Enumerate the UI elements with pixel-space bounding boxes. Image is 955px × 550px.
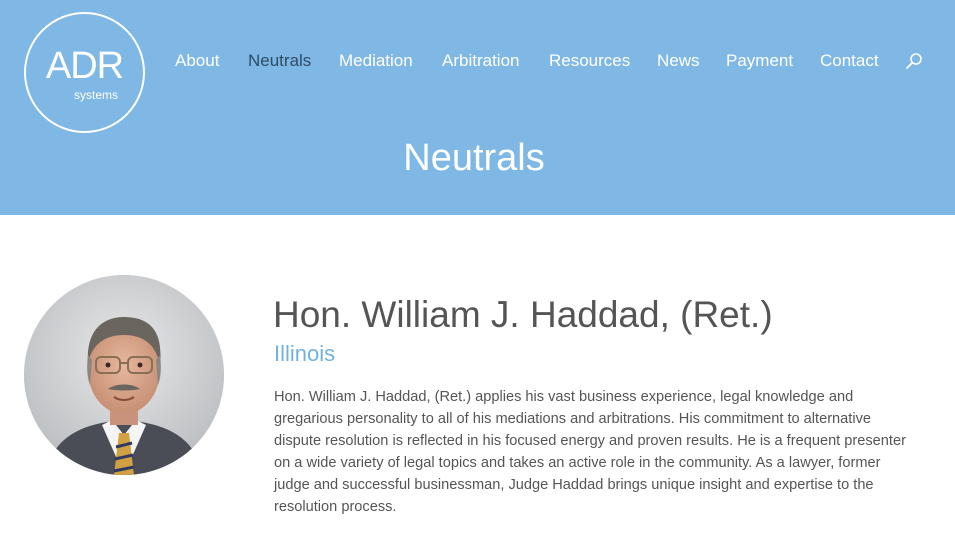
adr-systems-logo[interactable]: ADR systems — [24, 12, 145, 133]
nav-item-payment[interactable]: Payment — [726, 50, 793, 72]
logo-sub-text: systems — [74, 88, 119, 102]
nav-item-neutrals[interactable]: Neutrals — [248, 50, 311, 72]
site-header: ADR systems About Neutrals Mediation Arb… — [0, 0, 955, 215]
nav-item-mediation[interactable]: Mediation — [339, 50, 413, 72]
neutral-name: Hon. William J. Haddad, (Ret.) — [273, 294, 773, 335]
neutral-bio: Hon. William J. Haddad, (Ret.) applies h… — [274, 389, 906, 515]
nav-item-about[interactable]: About — [175, 50, 219, 72]
profile-photo — [24, 275, 224, 475]
logo-main-text: ADR — [45, 45, 124, 87]
portrait-image — [24, 275, 224, 475]
page-title: Neutrals — [403, 137, 545, 179]
nav-item-contact[interactable]: Contact — [820, 50, 879, 72]
nav-item-news[interactable]: News — [657, 50, 700, 72]
search-icon[interactable] — [905, 52, 923, 70]
neutral-location: Illinois — [274, 341, 336, 366]
nav-item-arbitration[interactable]: Arbitration — [442, 50, 519, 72]
nav-item-resources[interactable]: Resources — [549, 50, 630, 72]
